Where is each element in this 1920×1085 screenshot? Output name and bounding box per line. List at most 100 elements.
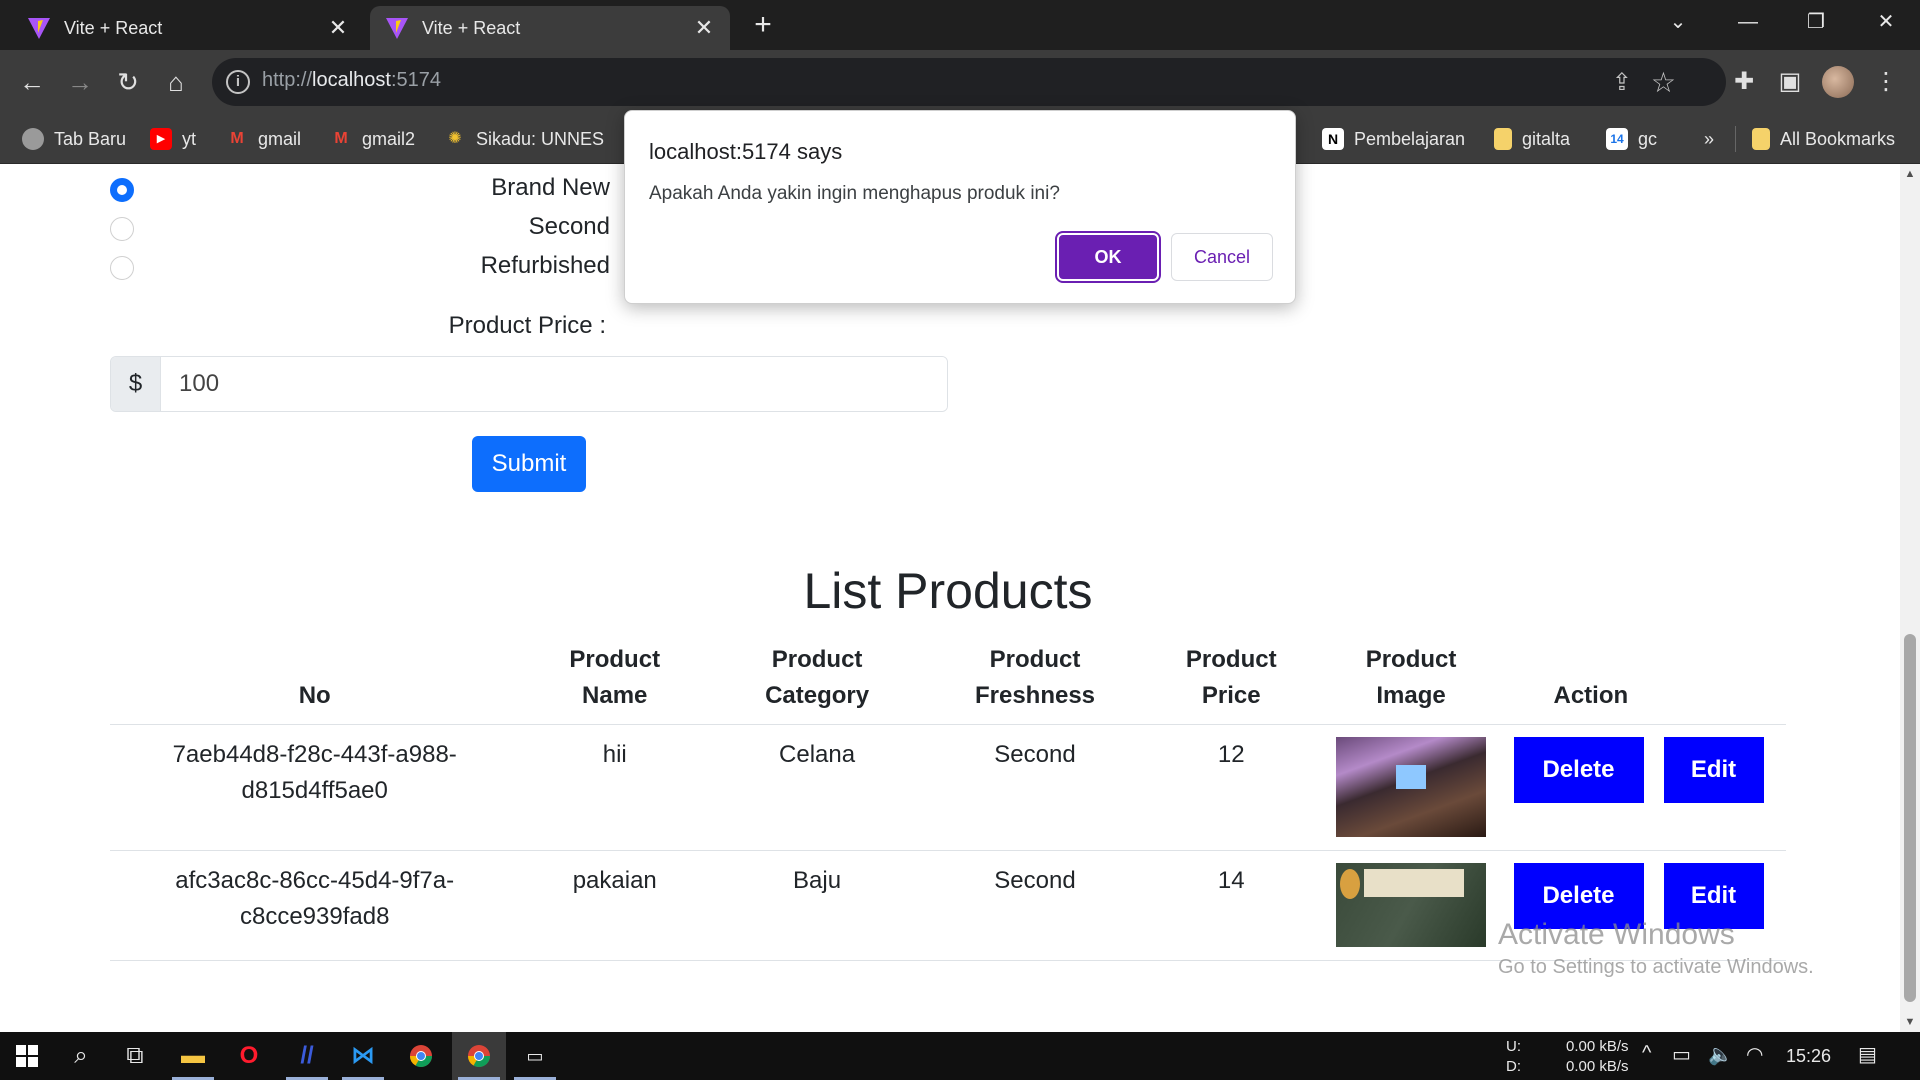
header-price: Product Price <box>1145 632 1317 725</box>
folder-icon <box>1494 128 1512 150</box>
watermark-subtitle: Go to Settings to activate Windows. <box>1498 956 1814 978</box>
activate-windows-watermark: Activate Windows Go to Settings to activ… <box>1498 918 1814 979</box>
side-panel-icon[interactable]: ▣ <box>1770 62 1810 102</box>
bookmark-gitalta[interactable]: gitalta <box>1494 126 1570 152</box>
browser-tab-2[interactable]: Vite + React ✕ <box>370 6 730 50</box>
editor-icon[interactable]: // <box>280 1032 334 1080</box>
opera-icon[interactable]: O <box>222 1032 276 1080</box>
radio-label: Refurbished <box>480 252 610 279</box>
notifications-icon[interactable]: ▤ <box>1858 1042 1877 1067</box>
close-tab-icon[interactable]: ✕ <box>692 15 716 41</box>
volume-icon[interactable]: 🔈 <box>1708 1042 1733 1067</box>
freshness-option-brand-new[interactable]: Brand New <box>110 174 610 206</box>
product-image <box>1336 737 1487 837</box>
terminal-icon[interactable]: ▭ <box>508 1032 562 1080</box>
bookmarks-overflow[interactable]: » <box>1704 126 1714 152</box>
wifi-icon[interactable]: ◠ <box>1746 1042 1763 1067</box>
table-header-row: No Product Name Product Category Product… <box>110 632 1786 725</box>
extensions-icon[interactable]: ✚ <box>1724 62 1764 102</box>
profile-avatar[interactable] <box>1822 66 1854 98</box>
submit-button[interactable]: Submit <box>472 436 586 492</box>
edit-button[interactable]: Edit <box>1663 737 1764 803</box>
restore-icon[interactable]: ❐ <box>1782 0 1850 44</box>
windows-taskbar: ⌕ ⧉ ▬ O // ⋈ ▭ U: D: 0.00 kB/s 0.00 kB/s… <box>0 1032 1920 1080</box>
cell-name: hii <box>519 724 711 851</box>
cell-freshness: Second <box>924 850 1146 961</box>
new-tab-icon[interactable]: + <box>748 10 778 40</box>
products-table: No Product Name Product Category Product… <box>110 632 1786 961</box>
close-window-icon[interactable]: ✕ <box>1852 0 1920 44</box>
header-name: Product Name <box>519 632 711 725</box>
freshness-option-refurbished[interactable]: Refurbished <box>110 252 610 284</box>
tab-strip: Vite + React ✕ Vite + React ✕ + ⌄ — ❐ ✕ <box>0 0 1920 50</box>
bookmark-yt[interactable]: ▶ yt <box>150 126 196 152</box>
radio-second[interactable] <box>110 217 134 241</box>
forward-icon[interactable]: → <box>60 62 100 102</box>
task-view-icon[interactable]: ⧉ <box>108 1032 162 1080</box>
bookmark-star-icon[interactable]: ☆ <box>1651 66 1676 99</box>
home-icon[interactable]: ⌂ <box>156 62 196 102</box>
clock[interactable]: 15:26 <box>1786 1046 1831 1067</box>
bookmark-pembelajaran[interactable]: N Pembelajaran <box>1322 126 1465 152</box>
scroll-down-icon[interactable]: ▼ <box>1900 1016 1920 1028</box>
scroll-up-icon[interactable]: ▲ <box>1900 168 1920 180</box>
vite-icon <box>386 18 408 39</box>
reload-icon[interactable]: ↻ <box>108 62 148 102</box>
vite-icon <box>28 18 50 39</box>
calendar-icon: 14 <box>1606 128 1628 150</box>
header-freshness: Product Freshness <box>924 632 1146 725</box>
battery-icon[interactable]: ▭ <box>1672 1042 1691 1067</box>
download-speed: 0.00 kB/s <box>1566 1058 1629 1075</box>
gmail-icon: M <box>334 130 348 147</box>
site-info-icon[interactable]: i <box>226 70 250 94</box>
cell-id: 7aeb44d8-f28c-443f-a988-d815d4ff5ae0 <box>110 724 520 851</box>
menu-icon[interactable]: ⋮ <box>1866 62 1906 102</box>
table-row: 7aeb44d8-f28c-443f-a988-d815d4ff5ae0 hii… <box>110 724 1786 851</box>
search-icon[interactable]: ⌕ <box>54 1032 108 1080</box>
cell-image <box>1316 850 1506 961</box>
close-tab-icon[interactable]: ✕ <box>326 15 350 41</box>
price-label: Product Price : <box>448 312 606 339</box>
bookmark-all-bookmarks[interactable]: All Bookmarks <box>1752 126 1895 152</box>
header-category: Product Category <box>710 632 925 725</box>
dialog-ok-button[interactable]: OK <box>1055 231 1161 283</box>
share-icon[interactable]: ⇪ <box>1612 68 1632 97</box>
bookmark-gmail2[interactable]: Mgmail2 <box>330 126 415 152</box>
show-hidden-icons-icon[interactable]: ^ <box>1642 1042 1651 1065</box>
header-no: No <box>110 632 520 725</box>
bookmark-sikadu[interactable]: ✺ Sikadu: UNNES <box>444 126 604 152</box>
price-input[interactable] <box>161 357 947 411</box>
url-text[interactable]: http://localhost:5174 <box>262 69 441 92</box>
page-scrollbar[interactable]: ▲ ▼ <box>1900 164 1920 1032</box>
unnes-icon: ✺ <box>448 130 462 147</box>
cell-category: Baju <box>710 850 925 961</box>
radio-brand-new[interactable] <box>110 178 134 202</box>
chrome-active-icon[interactable] <box>452 1032 506 1080</box>
freshness-option-second[interactable]: Second <box>110 213 610 245</box>
radio-label: Brand New <box>491 174 610 201</box>
windows-start-icon[interactable] <box>0 1032 54 1080</box>
bookmark-tab-baru[interactable]: Tab Baru <box>22 126 126 152</box>
minimize-icon[interactable]: — <box>1714 0 1782 44</box>
radio-label: Second <box>528 213 610 240</box>
product-image <box>1336 863 1487 947</box>
dialog-origin: localhost:5174 says <box>649 139 843 164</box>
radio-refurbished[interactable] <box>110 256 134 280</box>
bookmark-gmail[interactable]: Mgmail <box>226 126 301 152</box>
upload-label: U: <box>1506 1038 1521 1055</box>
cell-price: 12 <box>1145 724 1317 851</box>
delete-button[interactable]: Delete <box>1513 737 1644 803</box>
vscode-icon[interactable]: ⋈ <box>336 1032 390 1080</box>
scrollbar-thumb[interactable] <box>1904 634 1916 1002</box>
file-explorer-icon[interactable]: ▬ <box>166 1032 220 1080</box>
chrome-icon[interactable] <box>394 1032 448 1080</box>
bookmark-gc[interactable]: 14 gc <box>1606 126 1657 152</box>
list-title: List Products <box>803 563 1093 619</box>
price-input-group: $ <box>110 356 948 412</box>
address-bar[interactable]: i http://localhost:5174 ⇪ ☆ <box>212 58 1726 106</box>
tab-search-icon[interactable]: ⌄ <box>1644 0 1712 44</box>
back-icon[interactable]: ← <box>12 62 52 102</box>
cell-id: afc3ac8c-86cc-45d4-9f7a-c8cce939fad8 <box>110 850 520 961</box>
browser-tab-1[interactable]: Vite + React ✕ <box>12 6 364 50</box>
dialog-cancel-button[interactable]: Cancel <box>1171 233 1273 281</box>
